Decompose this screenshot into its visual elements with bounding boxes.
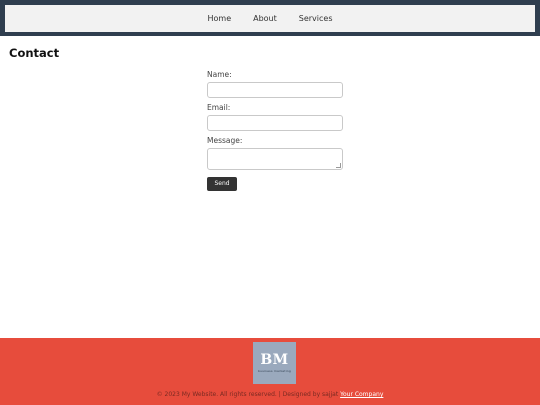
page-title: Contact	[9, 46, 60, 60]
site-footer: BM business marketing © 2023 My Website.…	[0, 338, 540, 405]
company-link[interactable]: Your Company	[340, 391, 383, 398]
email-input[interactable]	[207, 115, 343, 131]
nav-bar: Home About Services	[5, 5, 535, 32]
page: Home About Services Contact Name: Email:…	[0, 0, 540, 405]
message-label: Message:	[207, 136, 243, 145]
name-label: Name:	[207, 70, 232, 79]
site-header: Home About Services	[0, 0, 540, 36]
contact-form: Name: Email: Message: Send	[207, 69, 344, 191]
name-input[interactable]	[207, 82, 343, 98]
copyright: © 2023 My Website. All rights reserved. …	[0, 391, 540, 398]
logo: BM business marketing	[253, 342, 296, 384]
resize-handle-icon[interactable]	[336, 163, 341, 168]
nav-link-home[interactable]: Home	[196, 5, 242, 32]
logo-mark: BM	[260, 352, 289, 368]
copyright-text: © 2023 My Website. All rights reserved. …	[156, 391, 341, 398]
nav-link-about[interactable]: About	[242, 5, 288, 32]
nav-link-services[interactable]: Services	[288, 5, 344, 32]
message-textarea[interactable]	[207, 148, 343, 170]
main-nav: Home About Services	[196, 5, 343, 32]
send-button[interactable]: Send	[207, 177, 237, 191]
logo-subtitle: business marketing	[258, 369, 291, 373]
email-label: Email:	[207, 103, 231, 112]
